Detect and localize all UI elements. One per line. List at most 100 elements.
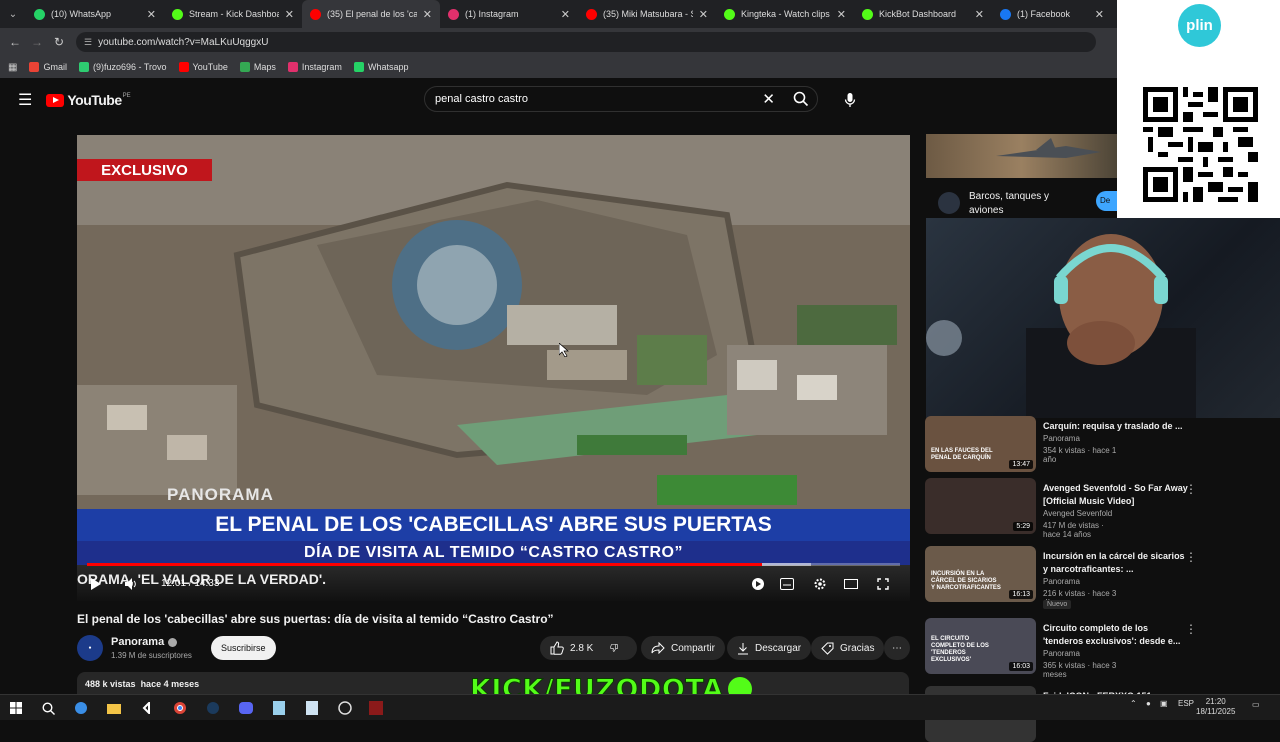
video-thumbnail[interactable]: INCURSIÓN EN LA CÁRCEL DE SICARIOS Y NAR… [925,546,1036,602]
more-options-icon[interactable]: ⋮ [1185,550,1197,564]
app-icon-3[interactable] [304,700,320,716]
ad-thumbnail[interactable] [926,134,1117,178]
app-icon-2[interactable] [271,700,287,716]
bookmark-item[interactable]: Whatsapp [353,62,408,72]
browser-tab[interactable]: (35) Miki Matsubara - Sta ✕ [578,0,716,28]
recommended-video[interactable]: INCURSIÓN EN LA CÁRCEL DE SICARIOS Y NAR… [925,546,1197,609]
system-clock[interactable]: 21:20 18/11/2025 [1196,697,1235,717]
bookmark-item[interactable]: Instagram [287,62,342,72]
bookmark-item[interactable]: Gmail [29,62,67,72]
browser-tab[interactable]: Stream - Kick Dashboard ✕ [164,0,302,28]
language-indicator[interactable]: ESP [1178,699,1194,708]
youtube-logo[interactable]: YouTube PE [46,92,131,108]
steam-icon[interactable] [205,700,221,716]
obs-icon[interactable] [337,700,353,716]
bookmark-icon [78,62,89,72]
channel-name-text: Panorama [111,636,165,648]
channel-name[interactable]: Panorama [111,636,178,648]
tab-favicon-icon [310,8,321,20]
subscribe-button[interactable]: Suscribirse [211,636,276,660]
share-button[interactable]: Compartir [641,636,725,660]
ad-title[interactable]: Barcos, tanques y aviones [969,190,1079,218]
recommended-title[interactable]: Incursión en la cárcel de sicarios y nar… [1043,550,1189,576]
video-thumbnail[interactable]: EL CIRCUITO COMPLETO DE LOS 'TENDEROS EX… [925,618,1036,674]
browser-tab[interactable]: (1) Facebook ✕ [992,0,1112,28]
ad-channel-icon[interactable] [938,192,960,214]
close-tab-icon[interactable]: ✕ [147,8,156,21]
recommended-video[interactable]: EN LAS FAUCES DEL PENAL DE CARQUÍN 13:47 C… [925,416,1183,472]
notifications-icon[interactable]: ▭ [1252,700,1260,709]
download-button[interactable]: Descargar [727,636,812,660]
recommended-channel[interactable]: Panorama [1043,577,1080,586]
warplane-image [996,138,1101,158]
taskbar-search-icon[interactable] [40,700,56,716]
video-player[interactable]: EXCLUSIVO PANORAMA EL PENAL DE LOS 'CABE… [77,135,910,601]
close-tab-icon[interactable]: ✕ [285,8,294,21]
autoplay-toggle[interactable] [749,575,767,593]
close-tab-icon[interactable]: ✕ [975,8,984,21]
like-count: 2.8 K [570,642,594,654]
search-input[interactable]: penal castro castro ✕ [424,86,818,112]
discord-icon[interactable] [238,700,254,716]
reload-button[interactable]: ↻ [48,35,70,49]
recommended-channel[interactable]: Panorama [1043,649,1080,658]
clear-search-icon[interactable]: ✕ [762,90,775,108]
recommended-title[interactable]: Carquín: requisa y traslado de ... [1043,420,1189,433]
more-options-icon[interactable]: ⋮ [1185,482,1197,496]
close-tab-icon[interactable]: ✕ [699,8,708,21]
settings-gear-icon[interactable] [811,575,829,593]
browser-tab[interactable]: (35) El penal de los 'cabe ✕ [302,0,440,28]
close-tab-icon[interactable]: ✕ [561,8,570,21]
ad-cta-button[interactable]: De [1096,191,1118,211]
browser-tab[interactable]: Kingteka - Watch clips on ✕ [716,0,854,28]
back-button[interactable]: ← [4,35,26,49]
recommended-title[interactable]: Avenged Sevenfold - So Far Away [Officia… [1043,482,1189,508]
recommended-video[interactable]: EL CIRCUITO COMPLETO DE LOS 'TENDEROS EX… [925,618,1197,679]
bookmark-label: Instagram [301,62,342,72]
more-options-icon[interactable]: ⋮ [1185,622,1197,636]
video-thumbnail[interactable]: 5:29 [925,478,1036,534]
browser-tab[interactable]: KickBot Dashboard ✕ [854,0,992,28]
progress-bar[interactable] [87,563,900,566]
app-icon-1[interactable] [139,700,155,716]
site-info-icon[interactable]: ☰ [84,37,92,48]
fullscreen-icon[interactable] [874,575,892,593]
close-tab-icon[interactable]: ✕ [837,8,846,21]
recommended-channel[interactable]: Panorama [1043,434,1080,443]
app-icon-4[interactable] [368,700,384,716]
recommended-video[interactable]: 5:29 Avenged Sevenfold - So Far Away [Off… [925,478,1197,539]
close-tab-icon[interactable]: ✕ [423,8,432,21]
tray-chevron-icon[interactable]: ⌃ [1130,699,1137,708]
menu-icon[interactable]: ☰ [18,90,32,110]
video-thumbnail[interactable]: EN LAS FAUCES DEL PENAL DE CARQUÍN 13:47 [925,416,1036,472]
bookmark-icon [29,62,40,72]
bookmark-item[interactable]: YouTube [178,62,228,72]
subtitles-icon[interactable] [778,575,796,593]
theater-mode-icon[interactable] [842,575,860,593]
browser-tab[interactable]: (10) WhatsApp ✕ [26,0,164,28]
voice-search-icon[interactable] [838,88,862,112]
bookmark-item[interactable]: (9)fuzo696 - Trovo [78,62,167,72]
tab-search-button[interactable]: ⌄ [0,0,26,28]
mic-tray-icon[interactable]: ● [1146,699,1151,708]
thanks-button[interactable]: Gracias [811,636,885,660]
recommended-channel[interactable]: Avenged Sevenfold [1043,509,1112,518]
forward-button[interactable]: → [26,35,48,49]
more-actions-button[interactable]: ⋯ [884,636,910,660]
windows-start-icon[interactable] [8,700,24,716]
search-icon[interactable] [793,91,809,110]
recommended-title[interactable]: Circuito completo de los 'tenderos exclu… [1043,622,1189,648]
close-tab-icon[interactable]: ✕ [1095,8,1104,21]
browser-tab[interactable]: (1) Instagram ✕ [440,0,578,28]
volume-icon[interactable] [123,575,141,593]
apps-icon[interactable]: ▦ [8,62,17,73]
network-icon[interactable]: ▣ [1160,699,1168,708]
address-bar[interactable]: ☰ youtube.com/watch?v=MaLKuUqggxU [76,32,1096,52]
play-icon[interactable] [87,575,105,593]
dislike-button[interactable] [602,636,632,660]
copilot-icon[interactable] [73,700,89,716]
file-explorer-icon[interactable] [106,700,122,716]
channel-avatar[interactable]: ● [77,635,103,661]
chrome-icon[interactable] [172,700,188,716]
bookmark-item[interactable]: Maps [239,62,276,72]
